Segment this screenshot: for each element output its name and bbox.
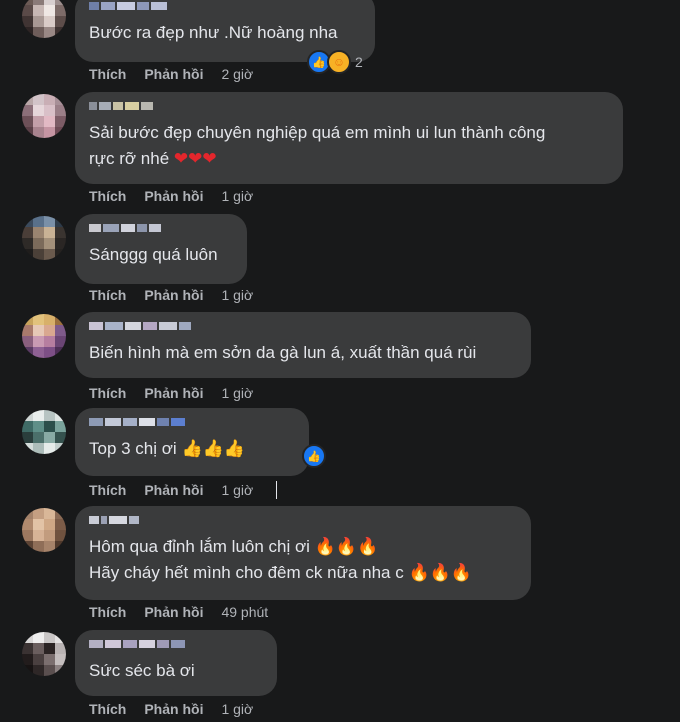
fire-emoji-icons: 🔥🔥🔥 (314, 537, 379, 557)
timestamp[interactable]: 2 giờ (221, 66, 253, 82)
timestamp[interactable]: 1 giờ (221, 287, 253, 303)
comment-actions: Thích Phản hồi 1 giờ (89, 287, 253, 303)
comment-text: Sánggg quá luôn (89, 245, 218, 264)
comment-actions: Thích Phản hồi 1 giờ (89, 188, 253, 204)
like-link[interactable]: Thích (89, 287, 126, 303)
pointing-hand-emoji-icons: 👍👍👍 (181, 439, 245, 459)
comment-text: Sức séc bà ơi (89, 661, 195, 680)
like-link[interactable]: Thích (89, 604, 126, 620)
comment-bubble: Top 3 chị ơi 👍👍👍 (75, 408, 309, 476)
reply-link[interactable]: Phản hồi (144, 701, 203, 717)
comment-bubble: Sánggg quá luôn (75, 214, 247, 284)
care-reaction-icon: ☺ (327, 50, 351, 74)
avatar[interactable] (22, 314, 66, 358)
timestamp[interactable]: 49 phút (221, 604, 268, 620)
like-link[interactable]: Thích (89, 66, 126, 82)
comment-text-line-1: Hôm qua đỉnh lắm luôn chị ơi 🔥🔥🔥 (89, 534, 517, 560)
reply-link[interactable]: Phản hồi (144, 604, 203, 620)
comment-bubble: Biến hình mà em sởn da gà lun á, xuất th… (75, 312, 531, 378)
author-name-blurred[interactable] (89, 516, 517, 528)
comment-bubble: Hôm qua đỉnh lắm luôn chị ơi 🔥🔥🔥 Hãy chá… (75, 506, 531, 600)
reply-link[interactable]: Phản hồi (144, 66, 203, 82)
comment-actions: Thích Phản hồi 2 giờ (89, 66, 253, 82)
reply-link[interactable]: Phản hồi (144, 385, 203, 401)
comment-text: Top 3 chị ơi 👍👍👍 (89, 436, 295, 462)
reply-link[interactable]: Phản hồi (144, 287, 203, 303)
comment-actions: Thích Phản hồi 1 giờ (89, 701, 253, 717)
timestamp[interactable]: 1 giờ (221, 188, 253, 204)
reaction-summary[interactable]: 👍 ☺ 2 (307, 50, 363, 74)
author-name-blurred[interactable] (89, 224, 233, 236)
comment-actions: Thích Phản hồi 1 giờ (89, 385, 253, 401)
author-name-blurred[interactable] (89, 2, 361, 14)
text-cursor (276, 481, 277, 499)
reply-link[interactable]: Phản hồi (144, 482, 203, 498)
like-link[interactable]: Thích (89, 385, 126, 401)
comment-text: Sải bước đẹp chuyên nghiệp quá em mình u… (89, 120, 609, 172)
timestamp[interactable]: 1 giờ (221, 385, 253, 401)
comment-text: Biến hình mà em sởn da gà lun á, xuất th… (89, 343, 477, 362)
avatar[interactable] (22, 632, 66, 676)
like-link[interactable]: Thích (89, 482, 126, 498)
comment-text: Bước ra đẹp như .Nữ hoàng nha (89, 23, 338, 42)
avatar[interactable] (22, 0, 66, 38)
author-name-blurred[interactable] (89, 322, 517, 334)
reaction-count: 2 (355, 54, 363, 70)
comment-actions: Thích Phản hồi 49 phút (89, 604, 268, 620)
timestamp[interactable]: 1 giờ (221, 701, 253, 717)
comment-bubble: Sải bước đẹp chuyên nghiệp quá em mình u… (75, 92, 623, 184)
avatar[interactable] (22, 410, 66, 454)
heart-emoji-icons: ❤❤❤ (173, 149, 217, 169)
avatar[interactable] (22, 94, 66, 138)
avatar[interactable] (22, 508, 66, 552)
timestamp[interactable]: 1 giờ (221, 482, 253, 498)
author-name-blurred[interactable] (89, 102, 609, 114)
avatar[interactable] (22, 216, 66, 260)
fire-emoji-icons: 🔥🔥🔥 (408, 563, 472, 583)
reply-link[interactable]: Phản hồi (144, 188, 203, 204)
reaction-summary[interactable]: 👍 (302, 444, 326, 468)
like-link[interactable]: Thích (89, 188, 126, 204)
like-link[interactable]: Thích (89, 701, 126, 717)
like-reaction-icon: 👍 (302, 444, 326, 468)
comment-bubble: Sức séc bà ơi (75, 630, 277, 696)
comment-text-line-2: Hãy cháy hết mình cho đêm ck nữa nha c 🔥… (89, 560, 517, 586)
author-name-blurred[interactable] (89, 640, 263, 652)
comment-actions: Thích Phản hồi 1 giờ (89, 482, 253, 498)
author-name-blurred[interactable] (89, 418, 295, 430)
